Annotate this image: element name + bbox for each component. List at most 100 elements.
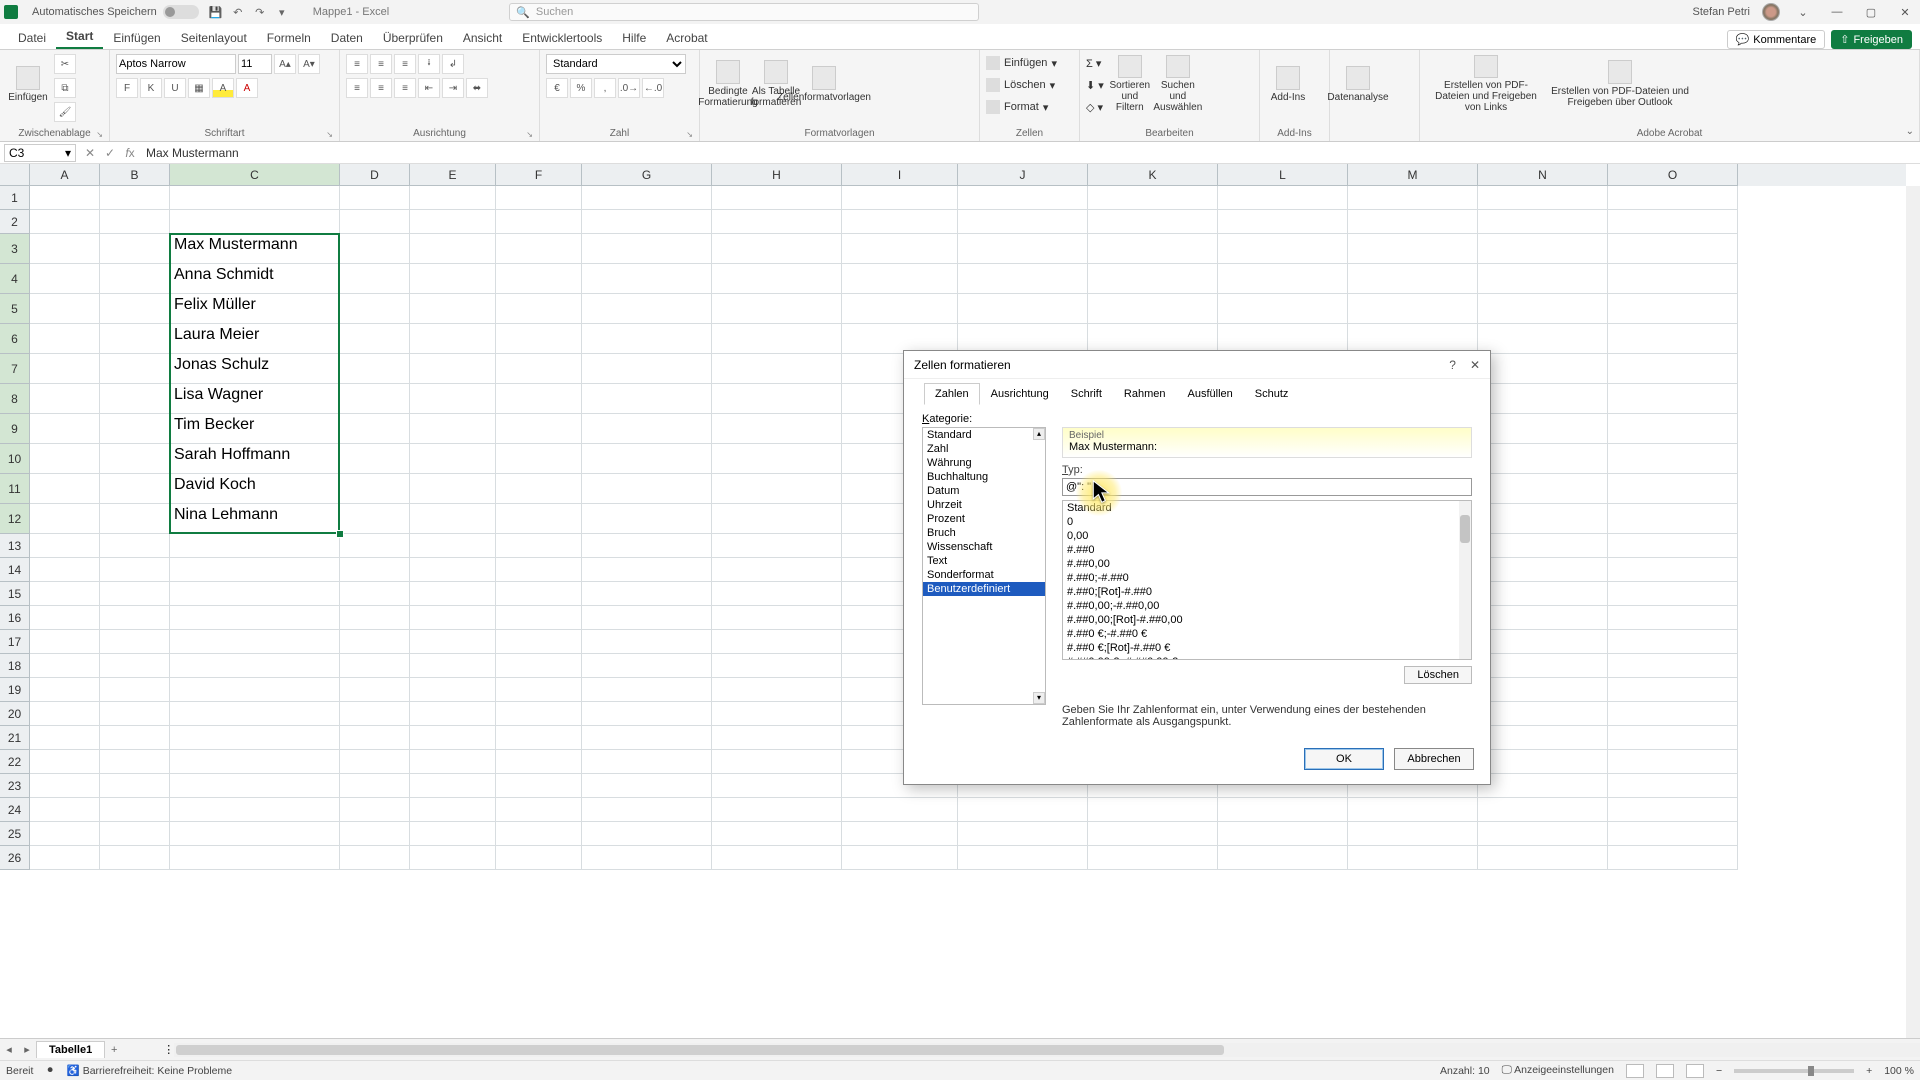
cell[interactable] [582, 324, 712, 354]
avatar[interactable] [1762, 3, 1780, 21]
conditional-formatting-button[interactable]: Bedingte Formatierung [706, 54, 750, 114]
fx-icon[interactable]: fx [120, 146, 140, 160]
row-header[interactable]: 15 [0, 582, 30, 606]
tab-überprüfen[interactable]: Überprüfen [373, 27, 453, 49]
cell[interactable] [1608, 294, 1738, 324]
search-box[interactable]: 🔍 Suchen [509, 3, 979, 21]
cell[interactable] [712, 294, 842, 324]
cell[interactable] [1608, 582, 1738, 606]
cell[interactable] [340, 264, 410, 294]
cell[interactable] [1478, 846, 1608, 870]
row-header[interactable]: 6 [0, 324, 30, 354]
format-option[interactable]: #.##0,00 [1063, 557, 1471, 571]
format-option[interactable]: 0,00 [1063, 529, 1471, 543]
cell[interactable] [1608, 414, 1738, 444]
cell[interactable] [1608, 534, 1738, 558]
cell[interactable] [712, 324, 842, 354]
cell[interactable] [842, 294, 958, 324]
cell[interactable] [1608, 558, 1738, 582]
column-header[interactable]: N [1478, 164, 1608, 186]
cell[interactable] [712, 798, 842, 822]
cell[interactable] [1348, 822, 1478, 846]
cell[interactable] [30, 414, 100, 444]
cell[interactable] [496, 534, 582, 558]
cell[interactable] [100, 630, 170, 654]
cell[interactable] [100, 726, 170, 750]
cell[interactable] [842, 234, 958, 264]
cell[interactable] [1478, 384, 1608, 414]
cell[interactable] [30, 444, 100, 474]
clear-icon[interactable]: ◇ ▾ [1086, 98, 1104, 116]
cell[interactable] [496, 294, 582, 324]
cell[interactable] [1348, 798, 1478, 822]
ok-button[interactable]: OK [1304, 748, 1384, 770]
cell[interactable] [1218, 822, 1348, 846]
cell[interactable] [340, 750, 410, 774]
category-option[interactable]: Standard [923, 428, 1045, 442]
cell[interactable] [712, 384, 842, 414]
cell[interactable] [30, 582, 100, 606]
cell[interactable] [410, 822, 496, 846]
cell[interactable] [1478, 558, 1608, 582]
row-header[interactable]: 17 [0, 630, 30, 654]
cell[interactable] [1608, 678, 1738, 702]
row-header[interactable]: 9 [0, 414, 30, 444]
category-list[interactable]: ▴ ▾ StandardZahlWährungBuchhaltungDatumU… [922, 427, 1046, 705]
cell[interactable] [170, 606, 340, 630]
cell[interactable] [30, 534, 100, 558]
page-layout-view-icon[interactable] [1656, 1064, 1674, 1078]
cell[interactable] [582, 846, 712, 870]
category-option[interactable]: Text [923, 554, 1045, 568]
column-header[interactable]: M [1348, 164, 1478, 186]
cell[interactable] [340, 846, 410, 870]
cell[interactable] [410, 582, 496, 606]
category-option[interactable]: Benutzerdefiniert [923, 582, 1045, 596]
category-option[interactable]: Uhrzeit [923, 498, 1045, 512]
cell[interactable] [496, 822, 582, 846]
cell[interactable]: Lisa Wagner [170, 384, 340, 414]
cell[interactable] [1478, 186, 1608, 210]
underline-button[interactable]: U [164, 78, 186, 98]
cell[interactable] [582, 354, 712, 384]
sheet-tab[interactable]: Tabelle1 [36, 1041, 105, 1058]
cell[interactable] [582, 606, 712, 630]
sheet-prev-icon[interactable]: ◂ [0, 1043, 18, 1056]
format-code-list[interactable]: Standard00,00#.##0#.##0,00#.##0;-#.##0#.… [1062, 500, 1472, 660]
category-option[interactable]: Datum [923, 484, 1045, 498]
cell[interactable] [100, 534, 170, 558]
format-option[interactable]: #.##0 [1063, 543, 1471, 557]
cell[interactable] [712, 264, 842, 294]
cell[interactable] [712, 582, 842, 606]
cell[interactable] [410, 234, 496, 264]
cell[interactable] [1478, 324, 1608, 354]
comma-format-icon[interactable]: , [594, 78, 616, 98]
cell[interactable] [30, 474, 100, 504]
cell[interactable] [340, 444, 410, 474]
row-header[interactable]: 12 [0, 504, 30, 534]
cell[interactable] [496, 726, 582, 750]
cell[interactable] [30, 702, 100, 726]
cell[interactable] [1348, 264, 1478, 294]
type-input[interactable] [1062, 478, 1472, 496]
row-header[interactable]: 8 [0, 384, 30, 414]
column-header[interactable]: H [712, 164, 842, 186]
cell[interactable] [712, 630, 842, 654]
undo-icon[interactable]: ↶ [230, 4, 246, 20]
tab-formeln[interactable]: Formeln [257, 27, 321, 49]
close-icon[interactable]: ✕ [1894, 6, 1916, 19]
cell[interactable] [582, 294, 712, 324]
cell[interactable] [1478, 798, 1608, 822]
cell[interactable] [1348, 846, 1478, 870]
cell[interactable] [1478, 234, 1608, 264]
save-icon[interactable]: 💾 [208, 4, 224, 20]
column-header[interactable]: D [340, 164, 410, 186]
cell[interactable] [582, 630, 712, 654]
cell[interactable] [496, 234, 582, 264]
row-header[interactable]: 1 [0, 186, 30, 210]
font-size-combo[interactable] [238, 54, 272, 74]
minimize-icon[interactable]: — [1826, 6, 1848, 18]
dialog-tab-ausrichtung[interactable]: Ausrichtung [980, 383, 1060, 405]
increase-decimal-icon[interactable]: .0→ [618, 78, 640, 98]
cell[interactable] [496, 654, 582, 678]
font-launcher-icon[interactable]: ↘ [326, 130, 333, 139]
